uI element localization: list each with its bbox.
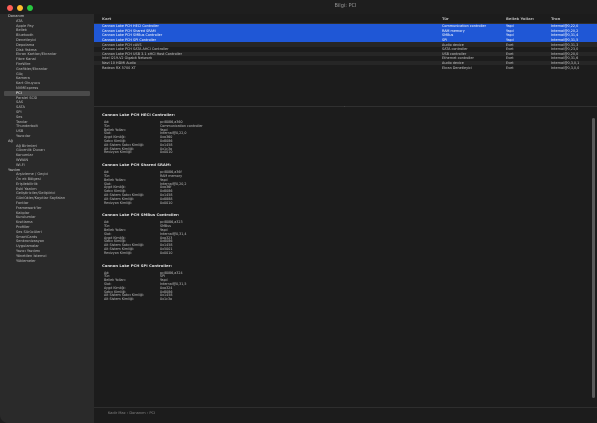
- detail-scrollbar[interactable]: [592, 112, 595, 407]
- detail-value: 0x0010: [160, 250, 173, 255]
- status-bar: Kadir Mac › Donanım › PCI: [94, 407, 597, 423]
- device-detail-section: Cannon Lake PCH HECI Controller: Ad: pci80…: [102, 112, 582, 155]
- cell-name: Radeon RX 5700 XT: [102, 65, 136, 70]
- split-divider[interactable]: ·: [94, 104, 597, 110]
- close-button[interactable]: [7, 5, 13, 11]
- window-title: Bilgi: PCI: [334, 3, 357, 9]
- sidebar-item[interactable]: Yüklemeler: [0, 259, 94, 264]
- pci-device-table: Cannon Lake PCH HECI Controller Communica…: [94, 24, 597, 70]
- detail-value: 0x1c3a: [160, 297, 173, 302]
- cell-lanes: Evet: [506, 65, 514, 70]
- table-header: Kart Tür Bellek Yolları Tron: [94, 14, 597, 24]
- table-row[interactable]: Radeon RX 5700 XT Ekran Denetleyici Evet In…: [94, 65, 597, 70]
- device-detail-title: Cannon Lake PCH SPI Controller:: [102, 262, 172, 268]
- window-controls: [7, 5, 33, 11]
- column-header-slot[interactable]: Tron: [551, 16, 560, 21]
- cell-type: Ekran Denetleyici: [442, 65, 472, 70]
- breadcrumb: Kadir Mac › Donanım › PCI: [108, 411, 156, 415]
- cell-slot: Internal@0,3,0,0: [551, 65, 580, 70]
- device-detail-section: Cannon Lake PCH Shared SRAM: Ad: pci8086,a…: [102, 162, 582, 205]
- device-detail-section: Cannon Lake PCH SMBus Controller: Ad: pci8…: [102, 212, 582, 255]
- main-pane: Kart Tür Bellek Yolları Tron Cannon Lake…: [94, 14, 597, 423]
- device-detail-title: Cannon Lake PCH Shared SRAM:: [102, 162, 172, 168]
- detail-value: 0x0010: [160, 200, 173, 205]
- system-information-window: Bilgi: PCI Donanım ATA Apple Pay Bellek Blue…: [0, 0, 597, 423]
- detail-key: Alt Sistem Kimliği:: [104, 297, 135, 302]
- detail-field: Revizyon Kimliği: 0x0010: [102, 250, 582, 256]
- device-detail-section: Cannon Lake PCH SPI Controller: Ad: pci808…: [102, 263, 582, 302]
- sidebar: Donanım ATA Apple Pay Bellek Bluetooth Denetl…: [0, 14, 94, 423]
- detail-field: Alt Sistem Kimliği: 0x1c3a: [102, 297, 582, 302]
- detail-value: 0x0010: [160, 150, 173, 155]
- scroll-thumb[interactable]: [592, 118, 595, 398]
- column-header-card[interactable]: Kart: [102, 16, 111, 21]
- device-detail-title: Cannon Lake PCH HECI Controller:: [102, 112, 176, 117]
- zoom-button[interactable]: [27, 5, 33, 11]
- detail-pane: Cannon Lake PCH HECI Controller: Ad: pci80…: [102, 112, 582, 407]
- column-header-lanes[interactable]: Bellek Yolları: [506, 16, 534, 21]
- device-detail-title: Cannon Lake PCH SMBus Controller:: [102, 212, 180, 218]
- detail-field: Revizyon Kimliği: 0x0010: [102, 200, 582, 206]
- detail-key: Revizyon Kimliği:: [104, 150, 133, 155]
- detail-field: Revizyon Kimliği: 0x0010: [102, 151, 582, 155]
- divider-handle[interactable]: ·: [344, 104, 346, 110]
- column-header-type[interactable]: Tür: [442, 16, 449, 21]
- minimize-button[interactable]: [17, 5, 23, 11]
- detail-key: Revizyon Kimliği:: [104, 250, 133, 255]
- detail-key: Revizyon Kimliği:: [104, 200, 133, 205]
